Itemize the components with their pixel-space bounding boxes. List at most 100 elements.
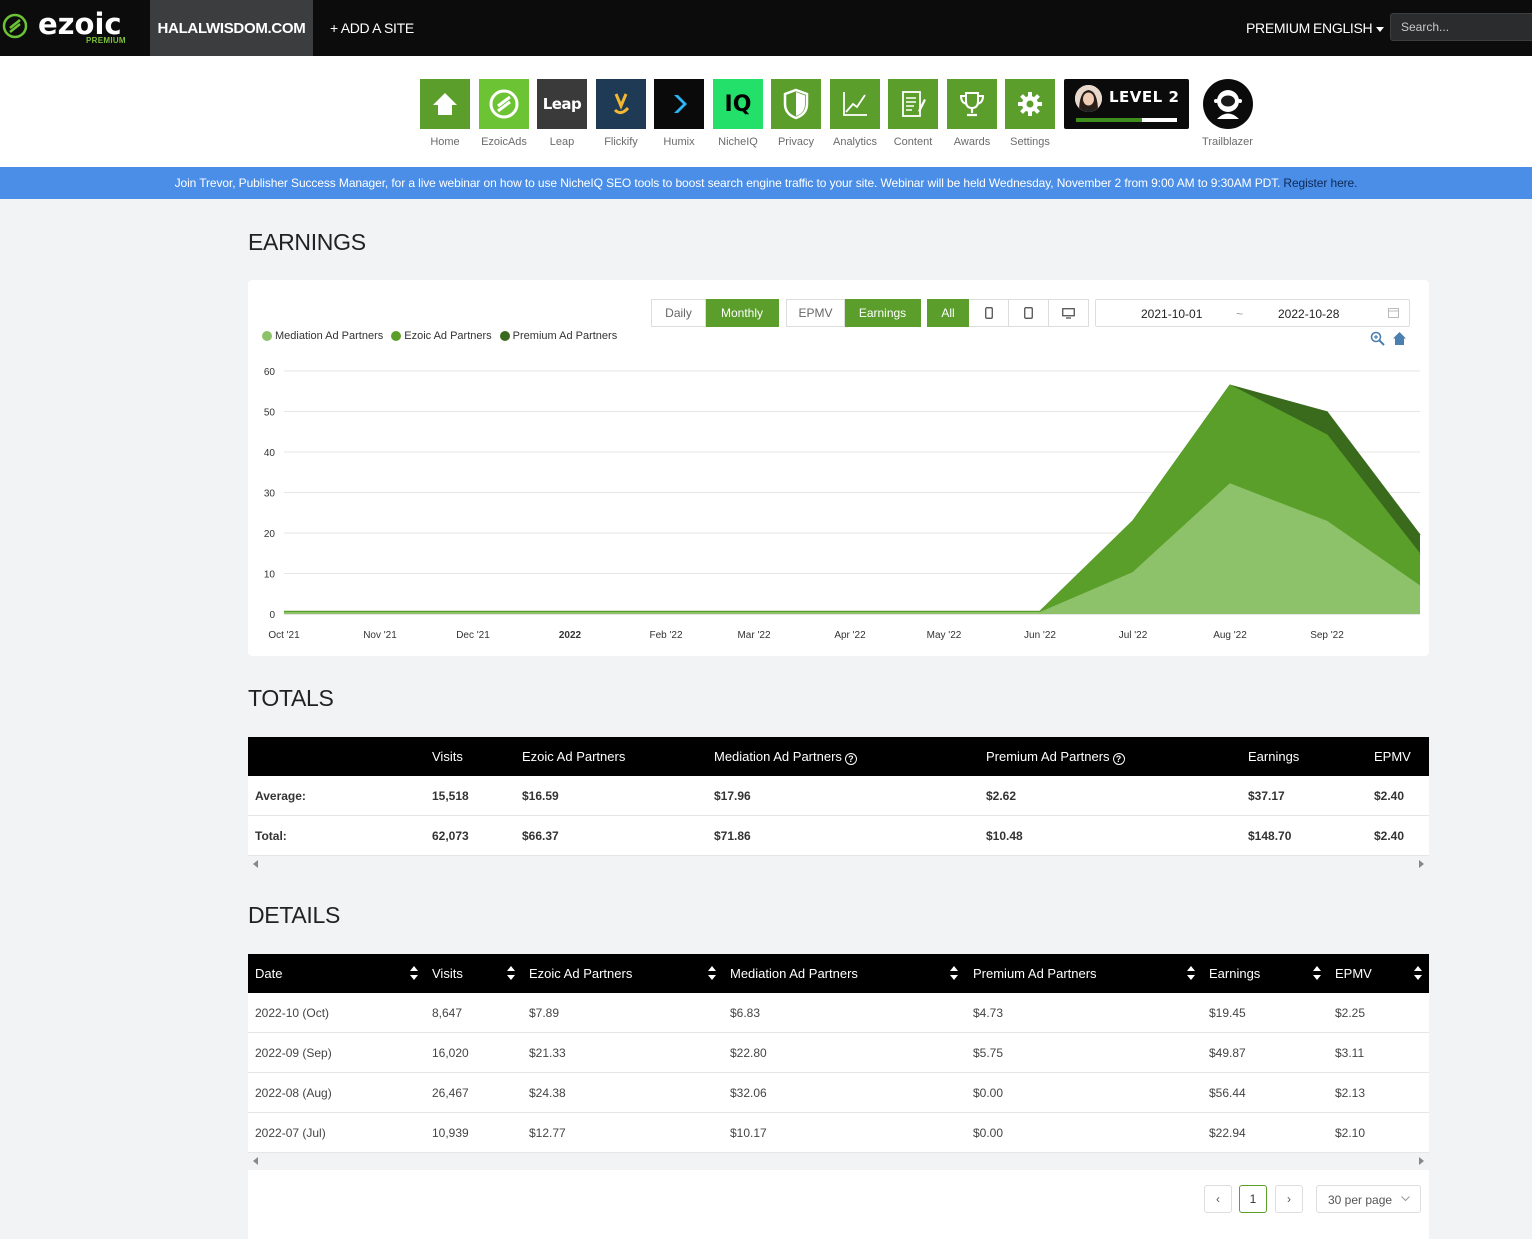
end-date[interactable]: 2022-10-28	[1278, 307, 1339, 321]
ezoic-logo[interactable]: ezoic PREMIUM	[2, 6, 142, 50]
sort-icon[interactable]	[1313, 965, 1321, 981]
table-cell: $0.00	[973, 1126, 1004, 1140]
legend-label: Mediation Ad Partners	[275, 330, 384, 342]
legend-item[interactable]: Premium Ad Partners	[499, 330, 617, 342]
tablet-device-button[interactable]	[1009, 299, 1049, 327]
sort-icon[interactable]	[1414, 965, 1422, 981]
table-cell: Average:	[255, 789, 306, 803]
sort-icon[interactable]	[708, 965, 716, 981]
daily-button[interactable]: Daily	[651, 299, 706, 327]
legend-item[interactable]: Ezoic Ad Partners	[391, 330, 492, 342]
column-header[interactable]: Ezoic Ad Partners	[529, 966, 632, 981]
earnings-area-chart: 0 10 20 30 40 50 60 Oct '21 Nov '21 Dec '21 2022 Fe…	[264, 367, 1421, 641]
tool-leap[interactable]: Leap Leap	[537, 79, 587, 148]
totals-table: Visits Ezoic Ad Partners Mediation Ad Part…	[248, 737, 1429, 874]
column-header[interactable]: Mediation Ad Partners	[730, 966, 858, 981]
per-page-select[interactable]: 30 per page	[1316, 1185, 1421, 1213]
table-cell: $2.13	[1335, 1086, 1366, 1100]
table-cell: 8,647	[432, 1006, 463, 1020]
start-date[interactable]: 2021-10-01	[1141, 307, 1202, 321]
search-input[interactable]	[1390, 13, 1532, 41]
column-header[interactable]: Earnings	[1209, 966, 1260, 981]
table-cell: $10.48	[986, 829, 1023, 843]
help-icon[interactable]: ?	[844, 753, 857, 765]
sort-icon[interactable]	[410, 965, 418, 981]
table-row: 2022-10 (Oct) 8,647 $7.89 $6.83 $4.73 $19.45 $…	[248, 993, 1429, 1033]
scroll-left-icon[interactable]	[253, 1157, 258, 1165]
date-range-picker[interactable]: 2021-10-01 ~ 2022-10-28	[1095, 299, 1410, 327]
add-site-link[interactable]: + ADD A SITE	[330, 20, 414, 36]
tool-ezoicads[interactable]: EzoicAds	[479, 79, 529, 148]
column-header: Earnings	[1248, 749, 1299, 764]
tool-flickify[interactable]: Flickify	[596, 79, 646, 148]
sort-icon[interactable]	[950, 965, 958, 981]
prev-page-button[interactable]: ‹	[1204, 1185, 1232, 1213]
tool-analytics[interactable]: Analytics	[830, 79, 880, 148]
column-header: Premium Ad Partners?	[986, 749, 1125, 765]
trailblazer-badge[interactable]: Trailblazer	[1200, 79, 1255, 148]
next-page-button[interactable]: ›	[1275, 1185, 1303, 1213]
tool-awards[interactable]: Awards	[947, 79, 997, 148]
table-row: 2022-07 (Jul) 10,939 $12.77 $10.17 $0.00 $22.…	[248, 1113, 1429, 1153]
level-progress-fill	[1076, 118, 1142, 122]
horizontal-scrollbar[interactable]	[248, 1153, 1429, 1171]
table-cell: $2.40	[1374, 829, 1405, 843]
flickify-icon	[613, 93, 630, 115]
table-cell: 26,467	[432, 1086, 469, 1100]
sort-icon[interactable]	[507, 965, 515, 981]
y-tick-label: 20	[264, 529, 276, 540]
page-1-button[interactable]: 1	[1239, 1185, 1267, 1213]
legend-marker	[262, 331, 272, 341]
tool-humix[interactable]: Humix	[654, 79, 704, 148]
legend-item[interactable]: Mediation Ad Partners	[262, 330, 383, 342]
column-header-label: Visits	[432, 966, 463, 981]
all-devices-button[interactable]: All	[927, 299, 969, 327]
register-link[interactable]: Register here.	[1283, 176, 1357, 190]
x-tick-label: Mar '22	[737, 630, 770, 641]
tool-home[interactable]: Home	[420, 79, 470, 148]
scroll-right-icon[interactable]	[1419, 860, 1424, 868]
column-header-label: Earnings	[1248, 749, 1300, 764]
mobile-icon	[984, 307, 993, 319]
help-icon[interactable]: ?	[1112, 753, 1125, 765]
table-row: 2022-08 (Aug) 26,467 $24.38 $32.06 $0.00 $56.…	[248, 1073, 1429, 1113]
table-cell: $56.44	[1209, 1086, 1246, 1100]
tool-content[interactable]: Content	[888, 79, 938, 148]
column-header[interactable]: Premium Ad Partners	[973, 966, 1097, 981]
table-cell: $22.80	[730, 1046, 767, 1060]
legend-label: Ezoic Ad Partners	[404, 330, 492, 342]
banner-text: Join Trevor, Publisher Success Manager, …	[174, 176, 1281, 190]
logo-premium-label: PREMIUM	[86, 36, 126, 45]
column-header[interactable]: Visits	[432, 966, 463, 981]
table-cell: $12.77	[529, 1126, 566, 1140]
premium-link[interactable]: PREMIUM	[1246, 20, 1310, 36]
scroll-right-icon[interactable]	[1419, 1157, 1424, 1165]
column-header[interactable]: EPMV	[1335, 966, 1372, 981]
details-table: Date Visits Ezoic Ad Partners Mediation Ad …	[248, 954, 1429, 1171]
series-area	[284, 484, 1420, 614]
monthly-button[interactable]: Monthly	[706, 299, 779, 327]
site-selector[interactable]: HALALWISDOM.COM	[150, 0, 313, 56]
earnings-chart-panel: Daily Monthly EPMV Earnings All 2021-10-…	[248, 280, 1429, 656]
tool-settings[interactable]: Settings	[1005, 79, 1055, 148]
sort-icon[interactable]	[1187, 965, 1195, 981]
horizontal-scrollbar[interactable]	[248, 856, 1429, 874]
reset-home-icon[interactable]	[1392, 331, 1407, 346]
table-cell: $17.96	[714, 789, 751, 803]
column-header[interactable]: Date	[255, 966, 282, 981]
table-cell: $148.70	[1248, 829, 1292, 843]
tool-nicheiq[interactable]: IQ NicheIQ	[713, 79, 763, 148]
epmv-button[interactable]: EPMV	[786, 299, 845, 327]
table-cell: $66.37	[522, 829, 559, 843]
desktop-device-button[interactable]	[1049, 299, 1089, 327]
language-dropdown[interactable]: ENGLISH	[1313, 20, 1385, 36]
mobile-device-button[interactable]	[969, 299, 1009, 327]
tool-privacy[interactable]: Privacy	[771, 79, 821, 148]
earnings-button[interactable]: Earnings	[845, 299, 921, 327]
x-tick-label: Jun '22	[1024, 630, 1056, 641]
metric-toggle: EPMV Earnings	[786, 299, 921, 327]
scroll-left-icon[interactable]	[253, 860, 258, 868]
level-badge[interactable]: LEVEL 2	[1064, 79, 1189, 129]
ezoic-logo-mark-icon	[2, 13, 28, 39]
zoom-icon[interactable]	[1370, 331, 1385, 346]
